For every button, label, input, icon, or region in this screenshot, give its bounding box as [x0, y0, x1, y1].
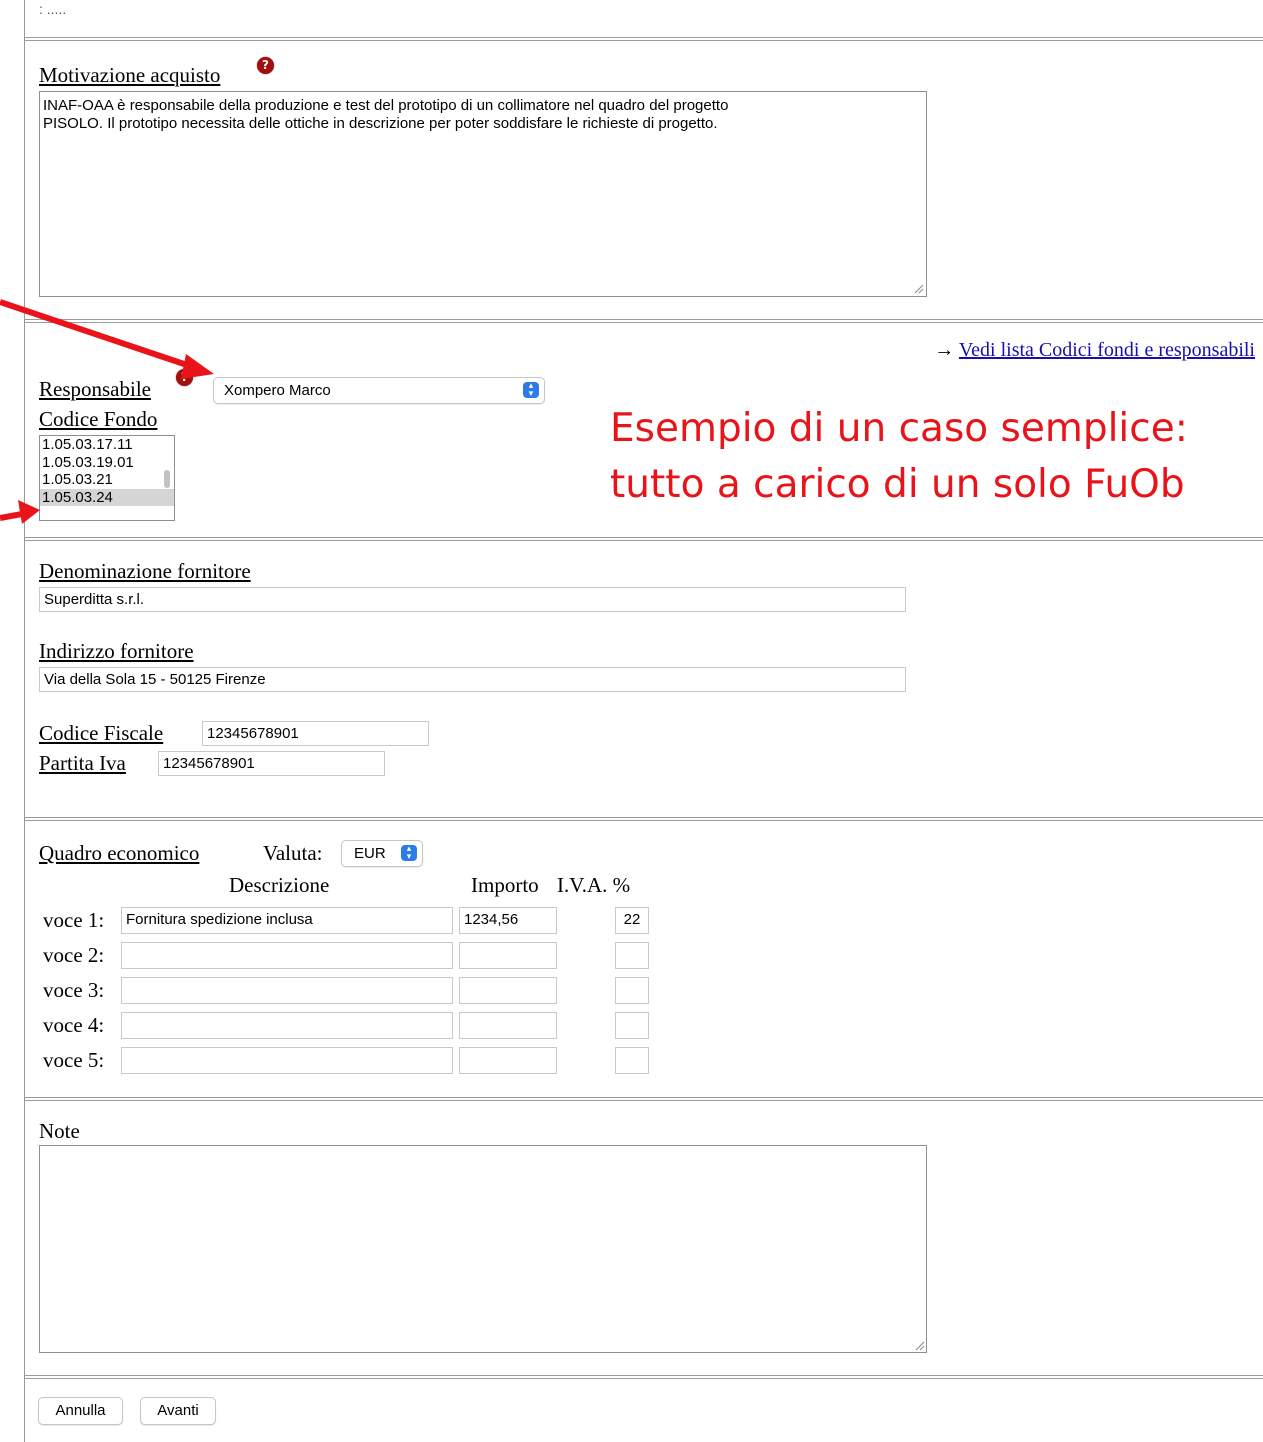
previous-section: : ..... — [24, 0, 1263, 38]
voce-iva-input[interactable] — [615, 1012, 649, 1039]
voce-importo-input[interactable] — [459, 977, 557, 1004]
codice-fondo-label: Codice Fondo — [39, 407, 158, 431]
voce-iva-input[interactable] — [615, 977, 649, 1004]
codice-option[interactable]: 1.05.03.17.11 — [40, 436, 174, 454]
voce-label: voce 5: — [43, 1048, 105, 1072]
voce-descrizione-input[interactable] — [121, 977, 453, 1004]
resize-grip-icon[interactable] — [915, 1341, 925, 1351]
valuta-selected: EUR — [354, 845, 386, 862]
voce-importo-input[interactable]: 1234,56 — [459, 907, 557, 934]
voce-descrizione-input[interactable] — [121, 1047, 453, 1074]
col-iva: I.V.A. % — [557, 873, 631, 897]
denominazione-label: Denominazione fornitore — [39, 559, 251, 583]
annotation-line-1: Esempio di un caso semplice: — [610, 406, 1188, 451]
arrow-right-icon: → — [934, 339, 955, 361]
codice-option-selected[interactable]: 1.05.03.24 — [40, 488, 174, 506]
indirizzo-input[interactable]: Via della Sola 15 - 50125 Firenze — [39, 667, 906, 692]
annulla-button[interactable]: Annulla — [38, 1397, 123, 1425]
responsabile-selected: Xompero Marco — [224, 382, 331, 399]
help-icon[interactable]: ? — [176, 369, 193, 386]
partita-iva-input[interactable]: 12345678901 — [158, 751, 385, 776]
residual-text: : ..... — [39, 1, 67, 17]
voce-label: voce 3: — [43, 978, 105, 1002]
listbox-scrollbar[interactable] — [164, 470, 170, 488]
voce-descrizione-input[interactable] — [121, 1012, 453, 1039]
annotation-line-2: tutto a carico di un solo FuOb — [610, 462, 1185, 507]
indirizzo-label: Indirizzo fornitore — [39, 639, 194, 663]
denominazione-input[interactable]: Superditta s.r.l. — [39, 587, 906, 612]
actions-section: Annulla Avanti — [24, 1378, 1263, 1442]
help-icon[interactable]: ? — [257, 57, 274, 74]
voce-importo-input[interactable] — [459, 1047, 557, 1074]
voce-label: voce 2: — [43, 943, 105, 967]
valuta-label: Valuta: — [263, 841, 323, 865]
voce-iva-input[interactable] — [615, 942, 649, 969]
note-label: Note — [39, 1119, 80, 1143]
voce-label: voce 1: — [43, 908, 105, 932]
avanti-button[interactable]: Avanti — [140, 1397, 216, 1425]
note-section: Note — [24, 1100, 1263, 1376]
col-descrizione: Descrizione — [229, 873, 330, 897]
responsabile-label: Responsabile — [39, 377, 151, 401]
resize-grip-icon[interactable] — [914, 284, 924, 294]
vedi-lista-link[interactable]: Vedi lista Codici fondi e responsabili — [959, 339, 1255, 361]
voce-iva-input[interactable] — [615, 1047, 649, 1074]
motivazione-textarea[interactable]: INAF-OAA è responsabile della produzione… — [39, 91, 927, 297]
motivazione-label: Motivazione acquisto — [39, 63, 221, 87]
voce-importo-input[interactable] — [459, 942, 557, 969]
voce-descrizione-input[interactable]: Fornitura spedizione inclusa — [121, 907, 453, 934]
codice-option[interactable]: 1.05.03.21 — [40, 471, 174, 489]
select-chevron-icon: ▴ ▾ — [401, 845, 417, 862]
note-textarea[interactable] — [39, 1145, 927, 1353]
voce-iva-input[interactable]: 22 — [615, 907, 649, 934]
codice-fiscale-label: Codice Fiscale — [39, 721, 164, 745]
codice-fondo-listbox[interactable]: 1.05.03.17.11 1.05.03.19.01 1.05.03.21 1… — [39, 435, 175, 521]
col-importo: Importo — [471, 873, 539, 897]
quadro-label: Quadro economico — [39, 841, 200, 865]
voce-importo-input[interactable] — [459, 1012, 557, 1039]
vedi-lista-link-wrap: → Vedi lista Codici fondi e responsabili — [934, 339, 1255, 362]
fornitore-section: Denominazione fornitore Superditta s.r.l… — [24, 540, 1263, 818]
voce-descrizione-input[interactable] — [121, 942, 453, 969]
quadro-economico-section: Quadro economico Valuta: EUR ▴ ▾ Descrizi… — [24, 820, 1263, 1098]
motivazione-text-line-1: INAF-OAA è responsabile della produzione… — [43, 97, 729, 114]
partita-iva-label: Partita Iva — [39, 751, 126, 775]
voce-label: voce 4: — [43, 1013, 105, 1037]
codice-option[interactable]: 1.05.03.19.01 — [40, 454, 174, 472]
motivazione-text-line-2: PISOLO. Il prototipo necessita delle ott… — [43, 115, 718, 132]
annotation-arrow-line — [0, 511, 23, 521]
valuta-select[interactable]: EUR ▴ ▾ — [341, 840, 423, 867]
responsabile-select[interactable]: Xompero Marco ▴ ▾ — [213, 377, 545, 404]
motivazione-section: Motivazione acquisto ? INAF-OAA è respon… — [24, 40, 1263, 320]
codice-fiscale-input[interactable]: 12345678901 — [202, 721, 429, 746]
select-chevron-icon: ▴ ▾ — [523, 382, 539, 399]
